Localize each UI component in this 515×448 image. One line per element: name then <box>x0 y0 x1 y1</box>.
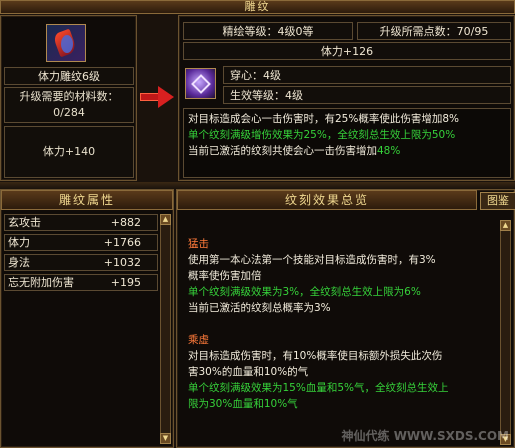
effect-name: 乘虚 <box>188 334 209 346</box>
attribute-row: 忘无附加伤害 +195 <box>4 274 158 291</box>
scroll-down-icon[interactable]: ▼ <box>160 433 171 444</box>
attribute-key: 忘无附加伤害 <box>8 276 74 289</box>
refine-level: 精绘等级：4级0等 <box>183 22 353 40</box>
effect-desc: 概率使伤害加倍 <box>188 270 262 282</box>
attribute-value: +1766 <box>103 236 141 249</box>
upgrade-label: 升级需要的材料数： <box>19 90 119 103</box>
effects-header: 纹刻效果总览 <box>177 190 477 210</box>
right-stat: 体力+126 <box>183 42 511 60</box>
window-title: 雕纹 <box>244 0 271 13</box>
attribute-value: +195 <box>110 276 141 289</box>
attribute-value: +1032 <box>103 256 141 269</box>
desc-line-3-value: 48% <box>377 145 401 157</box>
effect-limit: 限为30%血量和10%气 <box>188 398 298 410</box>
attributes-scrollbar[interactable]: ▲ ▼ <box>160 214 171 444</box>
upgrade-arrow-icon <box>140 86 176 108</box>
effects-scrollbar[interactable]: ▲ ▼ <box>500 220 511 445</box>
effect-desc: 使用第一本心法第一个技能对目标造成伤害时，有3% <box>188 254 436 266</box>
effects-list: 猛击 使用第一本心法第一个技能对目标造成伤害时，有3% 概率使伤害加倍 单个纹刻… <box>188 232 494 424</box>
active-level: 生效等级：4级 <box>223 86 511 104</box>
description-box: 对目标造成会心一击伤害时，有25%概率使此伤害增加8% 单个纹刻满级增伤效果为2… <box>183 108 511 178</box>
attribute-value: +882 <box>110 216 141 229</box>
effect-desc: 害30%的血量和10%的气 <box>188 366 309 378</box>
scroll-up-icon[interactable]: ▲ <box>160 214 171 225</box>
scroll-up-icon[interactable]: ▲ <box>500 220 511 231</box>
attributes-header: 雕纹属性 <box>1 190 173 210</box>
attributes-panel: 雕纹属性 玄攻击 +882 体力 +1766 身法 +1032 忘无附加伤害 +… <box>0 189 174 448</box>
attribute-row: 玄攻击 +882 <box>4 214 158 231</box>
effect-limit: 单个纹刻满级效果为15%血量和5%气，全纹刻总生效上 <box>188 382 449 394</box>
divider <box>0 182 515 189</box>
effect-active: 当前已激活的纹刻总概率为3% <box>188 302 331 314</box>
desc-line-2: 单个纹刻满级增伤效果为25%，全纹刻总生效上限为50% <box>188 129 456 141</box>
attribute-key: 玄攻击 <box>8 216 41 229</box>
right-card: 精绘等级：4级0等 升级所需点数：70/95 体力+126 穿心：4级 生效等级… <box>178 15 515 181</box>
attribute-key: 身法 <box>8 256 30 269</box>
desc-line-1: 对目标造成会心一击伤害时，有25%概率使此伤害增加8% <box>188 113 459 125</box>
item-name: 体力雕纹6级 <box>4 67 134 85</box>
desc-line-3-prefix: 当前已激活的纹刻共使会心一击伤害增加 <box>188 145 377 157</box>
effect-limit: 单个纹刻满级效果为3%，全纹刻总生效上限为6% <box>188 286 421 298</box>
effects-title: 纹刻效果总览 <box>284 193 369 207</box>
attribute-row: 身法 +1032 <box>4 254 158 271</box>
window-title-bar: 雕纹 <box>0 0 515 14</box>
effect-name: 猛击 <box>188 238 209 250</box>
attributes-title: 雕纹属性 <box>58 193 115 207</box>
pierce-level: 穿心：4级 <box>223 66 511 84</box>
tab-codex[interactable]: 图鉴 <box>480 192 515 210</box>
desc-line-3: 当前已激活的纹刻共使会心一击伤害增加48% <box>188 143 506 159</box>
material-count: 0/284 <box>53 106 85 119</box>
left-stat: 体力+140 <box>42 145 96 158</box>
material-box: 升级需要的材料数： 0/284 <box>4 87 134 123</box>
carving-icon[interactable] <box>46 24 86 62</box>
upgrade-points: 升级所需点数：70/95 <box>357 22 511 40</box>
left-card: 体力雕纹6级 升级需要的材料数： 0/284 体力+140 <box>0 15 137 181</box>
effect-desc: 对目标造成伤害时，有10%概率使目标额外损失此次伤 <box>188 350 443 362</box>
left-stat-box: 体力+140 <box>4 126 134 178</box>
watermark: 神仙代练 WWW.SXDS.COM <box>341 429 509 443</box>
attribute-key: 体力 <box>8 236 30 249</box>
attribute-row: 体力 +1766 <box>4 234 158 251</box>
gem-icon[interactable] <box>185 68 216 99</box>
